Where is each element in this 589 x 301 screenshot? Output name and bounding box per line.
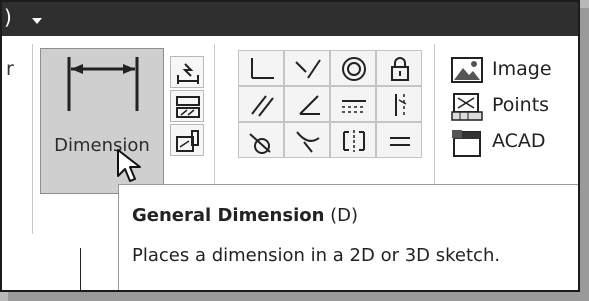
points-icon: [451, 93, 483, 121]
parallel-constraint-button[interactable]: [238, 86, 284, 122]
concentric-constraint-button[interactable]: [330, 50, 376, 86]
constraint-settings-icon: [176, 130, 199, 152]
auto-dimension-button[interactable]: [170, 56, 204, 88]
tangent-constraint-button[interactable]: [238, 122, 284, 158]
coincident-constraint-button[interactable]: [238, 50, 284, 86]
collinear-constraint-icon: [295, 59, 321, 79]
canvas-edge-line: [80, 248, 81, 290]
horizontal-constraint-icon: [342, 100, 366, 113]
screenshot-frame: ) r Dimension Image Points ACAD General …: [0, 0, 580, 292]
insert-points-button[interactable]: Points: [450, 88, 570, 124]
vertical-constraint-icon: [395, 94, 407, 116]
equal-constraint-icon: [390, 137, 410, 146]
tooltip-shortcut: (D): [330, 205, 359, 226]
tangent-constraint-icon: [249, 133, 271, 154]
coincident-constraint-icon: [251, 58, 274, 79]
fix-constraint-button[interactable]: [376, 50, 422, 86]
title-text-fragment: ): [4, 5, 12, 29]
constraint-settings-button[interactable]: [170, 124, 204, 156]
concentric-constraint-icon: [342, 57, 366, 81]
smooth-constraint-icon: [296, 131, 320, 153]
image-icon: [451, 57, 483, 83]
collinear-constraint-button[interactable]: [284, 50, 330, 86]
auto-dimension-icon: [177, 63, 199, 84]
tooltip-description: Places a dimension in a 2D or 3D sketch.: [132, 245, 501, 266]
insert-image-button[interactable]: Image: [450, 52, 570, 88]
horizontal-constraint-button[interactable]: [330, 86, 376, 122]
acad-icon: [452, 130, 481, 157]
equal-constraint-button[interactable]: [376, 122, 422, 158]
lock-icon: [391, 57, 409, 81]
perpendicular-constraint-button[interactable]: [284, 86, 330, 122]
parallel-constraint-icon: [251, 95, 274, 117]
insert-points-label: Points: [492, 94, 550, 116]
tooltip-title: General Dimension (D): [132, 205, 358, 226]
symmetric-constraint-icon: [343, 130, 365, 152]
tooltip-command-name: General Dimension: [132, 205, 325, 226]
previous-panel-label-fragment: r: [6, 58, 14, 80]
mouse-pointer-icon: [117, 149, 141, 182]
title-bar: ): [2, 2, 578, 36]
perpendicular-constraint-icon: [299, 95, 320, 115]
panel-separator: [578, 44, 579, 234]
insert-acad-label: ACAD: [492, 130, 546, 152]
dimension-icon: [67, 57, 139, 111]
title-dropdown-caret-icon[interactable]: [32, 18, 42, 24]
smooth-constraint-button[interactable]: [284, 122, 330, 158]
tooltip: General Dimension (D) Places a dimension…: [118, 184, 578, 290]
insert-image-label: Image: [492, 58, 552, 80]
show-constraints-icon: [176, 96, 200, 118]
show-constraints-button[interactable]: [170, 90, 204, 122]
panel-separator: [32, 44, 33, 234]
vertical-constraint-button[interactable]: [376, 86, 422, 122]
insert-acad-button[interactable]: ACAD: [450, 124, 570, 160]
symmetric-constraint-button[interactable]: [330, 122, 376, 158]
